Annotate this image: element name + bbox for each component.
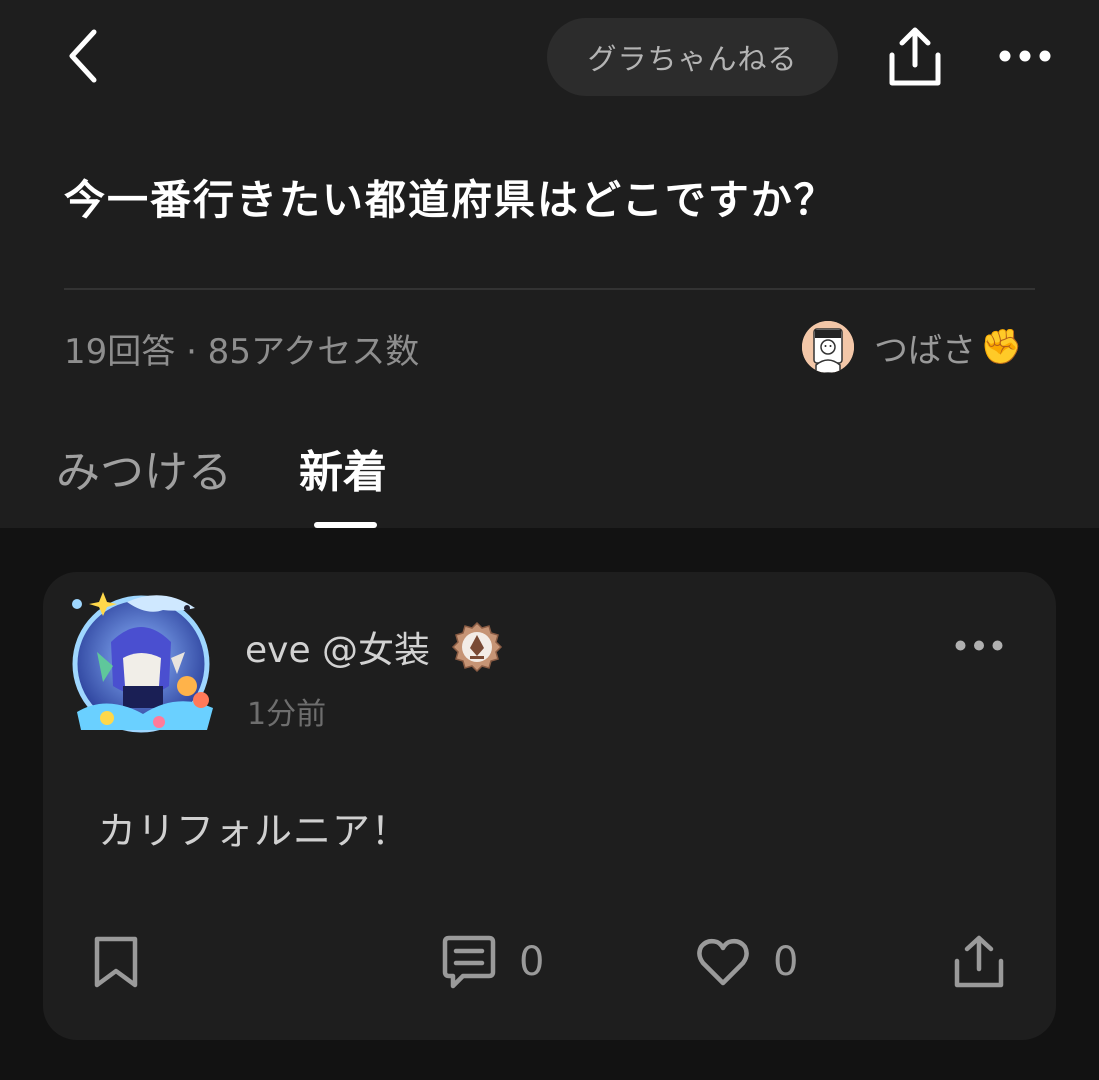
share-button[interactable]	[882, 24, 948, 90]
chevron-left-icon	[69, 29, 97, 83]
active-tab-indicator	[314, 522, 377, 528]
channel-pill[interactable]: グラちゃんねる	[547, 18, 838, 96]
bookmark-icon	[94, 936, 138, 988]
avatar	[802, 321, 854, 373]
tab-find-label: みつける	[56, 447, 232, 498]
like-count: 0	[773, 939, 799, 985]
question-author[interactable]: つばさ ✊	[802, 320, 1022, 374]
author-name: つばさ	[874, 330, 976, 371]
pen-badge-icon	[451, 621, 503, 673]
like-button[interactable]: 0	[695, 932, 798, 992]
question-header-section: グラちゃんねる 今一番行きたい都道府県はどこですか？ 19回答 · 85アクセス…	[0, 0, 1099, 528]
post-more-button[interactable]	[948, 630, 1010, 660]
tab-new[interactable]: 新着	[299, 436, 419, 528]
tab-new-label: 新着	[299, 447, 387, 498]
share-icon	[954, 935, 1004, 988]
more-horizontal-icon	[999, 50, 1051, 62]
heart-icon	[697, 938, 749, 986]
post-time: 1分前	[247, 697, 327, 732]
tab-find[interactable]: みつける	[56, 436, 299, 528]
user-avatar-illustration	[72, 592, 213, 733]
post-username[interactable]: eve @女装	[245, 620, 504, 674]
answer-card[interactable]: eve @女装 1分前 カリフォルニア！ 0 0	[43, 572, 1056, 1040]
avatar[interactable]	[67, 582, 219, 737]
question-title: 今一番行きたい都道府県はどこですか？	[64, 176, 837, 224]
channel-name: グラちゃんねる	[587, 42, 798, 76]
more-options-button[interactable]	[994, 36, 1056, 76]
more-horizontal-icon	[955, 640, 1003, 650]
comment-icon	[442, 935, 496, 989]
comment-button[interactable]: 0	[441, 932, 544, 992]
username-text: eve @女装	[245, 630, 431, 671]
share-icon	[889, 27, 941, 86]
tab-bar: みつける 新着	[56, 436, 419, 528]
post-share-button[interactable]	[953, 932, 1005, 992]
post-body: カリフォルニア！	[98, 809, 411, 853]
bookmark-button[interactable]	[93, 932, 139, 992]
comment-count: 0	[519, 939, 545, 985]
top-bar: グラちゃんねる	[0, 0, 1099, 115]
back-button[interactable]	[55, 25, 111, 87]
question-stats: 19回答 · 85アクセス数	[64, 332, 420, 372]
author-avatar-illustration	[802, 321, 854, 373]
divider	[64, 288, 1035, 290]
fist-emoji: ✊	[980, 327, 1023, 367]
